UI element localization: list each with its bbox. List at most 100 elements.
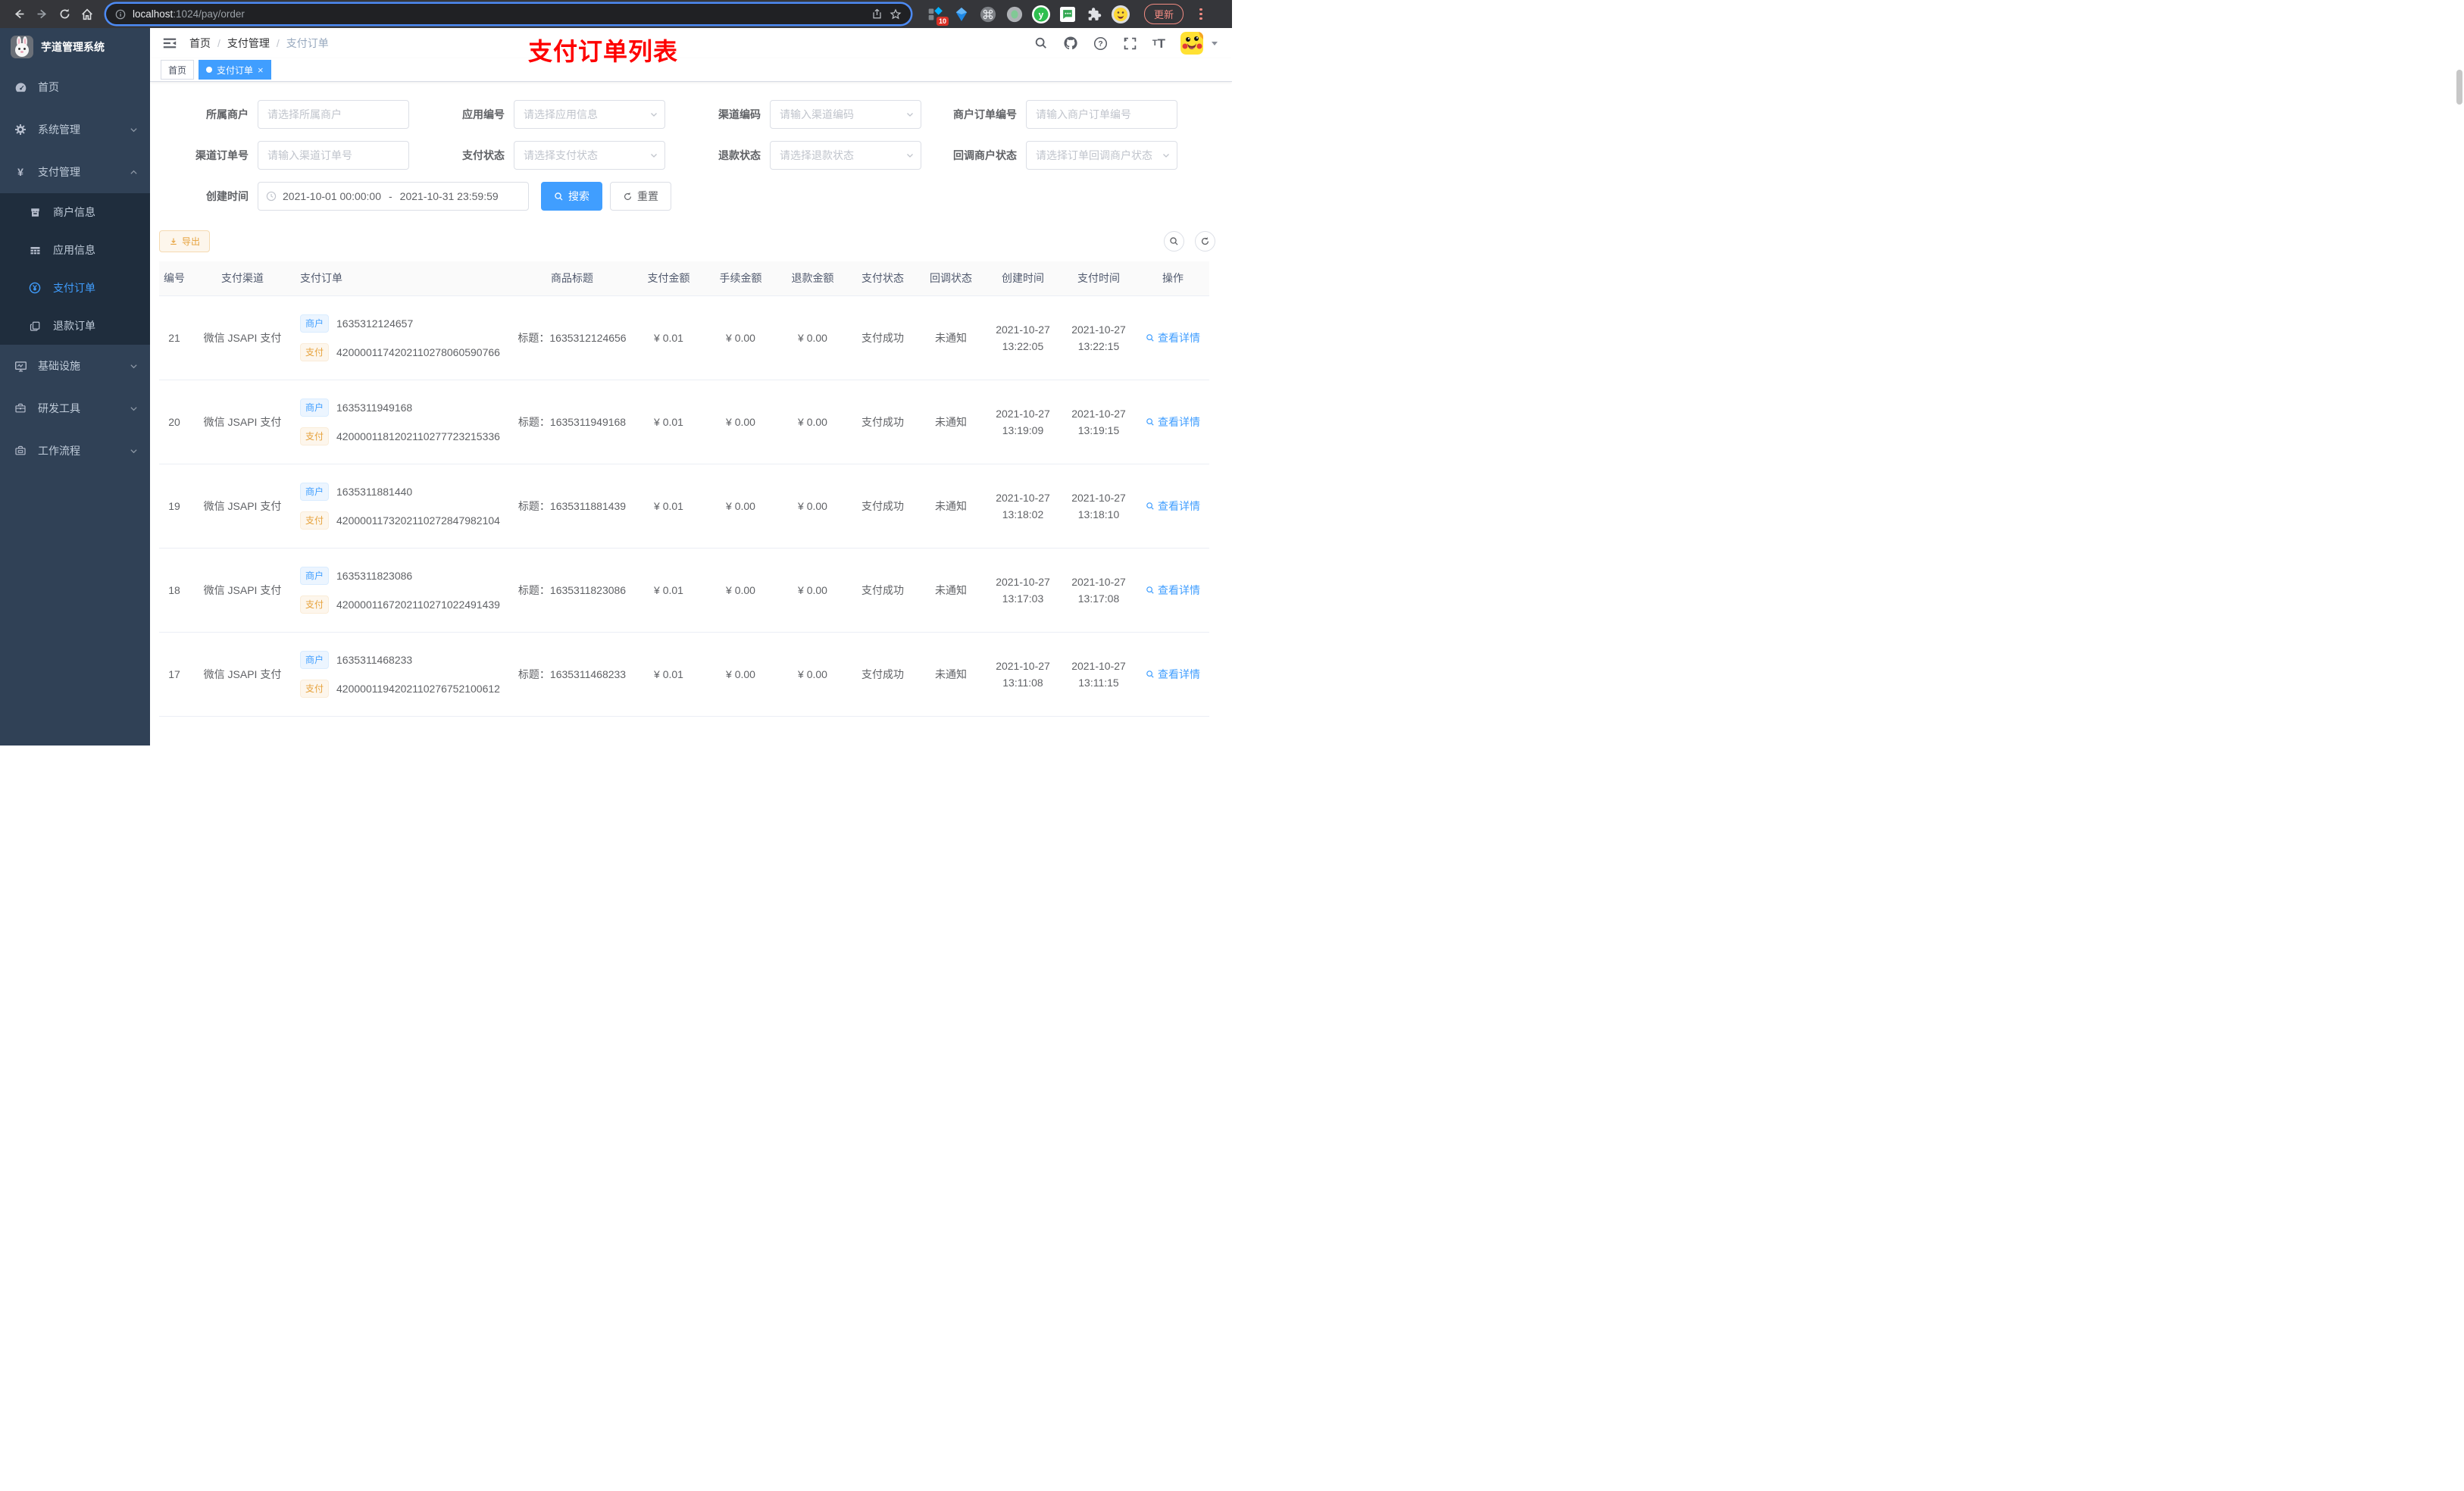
view-detail-link[interactable]: 查看详情 xyxy=(1146,583,1200,598)
command-extension-icon[interactable] xyxy=(979,5,997,23)
download-icon xyxy=(170,238,177,245)
blocks-extension-icon[interactable]: 10 xyxy=(926,5,949,26)
home-icon[interactable] xyxy=(76,3,98,26)
font-size-icon[interactable]: TT xyxy=(1152,37,1165,50)
view-detail-link[interactable]: 查看详情 xyxy=(1146,330,1200,345)
tab-home[interactable]: 首页 xyxy=(161,60,195,80)
cell-status: 支付成功 xyxy=(849,295,917,380)
sidebar-item-pay[interactable]: ¥ 支付管理 xyxy=(0,151,150,193)
extensions-puzzle-icon[interactable] xyxy=(1085,5,1103,23)
url-bar[interactable]: localhost:1024/pay/order xyxy=(106,4,911,24)
profile-smiley-icon[interactable] xyxy=(1112,5,1130,23)
sidebar-item-app-info[interactable]: 应用信息 xyxy=(0,231,150,269)
sidebar-item-workflow[interactable]: 工作流程 xyxy=(0,430,150,472)
cell-status: 支付成功 xyxy=(849,464,917,549)
hamburger-icon[interactable] xyxy=(162,36,177,51)
cell-fee: ¥ 0.00 xyxy=(705,548,777,633)
sidebar-item-label: 商户信息 xyxy=(53,206,95,218)
cell-amount: ¥ 0.01 xyxy=(633,380,705,464)
breadcrumb-home[interactable]: 首页 xyxy=(189,36,211,51)
export-button[interactable]: 导出 xyxy=(159,230,211,253)
reset-button[interactable]: 重置 xyxy=(610,182,671,211)
app-no-select[interactable] xyxy=(514,100,665,130)
sidebar-item-pay-order[interactable]: 支付订单 xyxy=(0,269,150,307)
sidebar-item-refund-order[interactable]: 退款订单 xyxy=(0,307,150,345)
toggle-search-button[interactable] xyxy=(1164,231,1184,252)
view-detail-link[interactable]: 查看详情 xyxy=(1146,414,1200,430)
sidebar-item-label: 工作流程 xyxy=(38,445,80,457)
cell-id: 20 xyxy=(159,380,189,464)
col-fee: 手续金额 xyxy=(705,261,777,296)
callback-status-select[interactable] xyxy=(1026,141,1177,170)
sidebar-item-merchant-info[interactable]: 商户信息 xyxy=(0,193,150,231)
tab-close-icon[interactable]: × xyxy=(258,65,264,75)
sidebar-logo[interactable]: 芋道管理系统 xyxy=(0,28,150,66)
fullscreen-icon[interactable] xyxy=(1123,36,1137,51)
refresh-table-button[interactable] xyxy=(1195,231,1215,252)
breadcrumb-separator: / xyxy=(276,37,280,50)
y-extension-icon[interactable]: y xyxy=(1032,5,1050,23)
search-button[interactable]: 搜索 xyxy=(541,182,602,211)
create-time-range-input[interactable]: 2021-10-01 00:00:00 - 2021-10-31 23:59:5… xyxy=(258,182,529,211)
extension-badge: 10 xyxy=(936,16,949,26)
rabbit-logo-icon xyxy=(11,36,33,58)
forward-icon[interactable] xyxy=(30,3,53,26)
user-avatar[interactable] xyxy=(1180,32,1203,55)
merchant-no: 1635311881440 xyxy=(336,485,413,498)
refund-status-select[interactable] xyxy=(770,141,921,170)
tab-pay-order[interactable]: 支付订单 × xyxy=(199,60,271,80)
owner-merchant-input[interactable] xyxy=(258,100,409,130)
cell-created: 2021-10-27 13:17:03 xyxy=(985,548,1061,633)
bookmark-star-icon[interactable] xyxy=(890,8,902,20)
cell-channel: 微信 JSAPI 支付 xyxy=(189,295,295,380)
yen-circle-icon xyxy=(29,282,41,294)
github-icon[interactable] xyxy=(1063,36,1078,51)
merchant-tag: 商户 xyxy=(300,398,330,417)
view-detail-link[interactable]: 查看详情 xyxy=(1146,499,1200,514)
sidebar-item-infra[interactable]: 基础设施 xyxy=(0,345,150,387)
active-tab-dot xyxy=(206,67,213,73)
cell-actions: 查看详情 xyxy=(1137,464,1209,549)
table-row: 20 微信 JSAPI 支付 商户 1635311949168 支付 4200001… xyxy=(159,380,1209,464)
chat-extension-icon[interactable] xyxy=(1058,5,1077,23)
breadcrumb-group[interactable]: 支付管理 xyxy=(227,36,270,51)
channel-order-no-input[interactable] xyxy=(258,141,409,170)
kite-extension-icon[interactable] xyxy=(952,5,971,23)
search-icon xyxy=(1146,586,1154,594)
header-search-icon[interactable] xyxy=(1034,36,1048,50)
cell-title: 标题：1635311949168 xyxy=(511,380,633,464)
app-title: 芋道管理系统 xyxy=(41,41,105,53)
cell-pay-order: 商户 1635311949168 支付 4200001181202110277723… xyxy=(295,380,511,464)
browser-menu-icon[interactable] xyxy=(1199,8,1202,20)
help-icon[interactable]: ? xyxy=(1093,36,1108,51)
cell-notify: 未通知 xyxy=(917,295,985,380)
reload-icon[interactable] xyxy=(53,3,76,26)
browser-update-button[interactable]: 更新 xyxy=(1144,4,1184,24)
tab-label: 支付订单 xyxy=(217,64,254,76)
cell-id: 21 xyxy=(159,295,189,380)
view-detail-link[interactable]: 查看详情 xyxy=(1146,667,1200,682)
cell-actions: 查看详情 xyxy=(1137,295,1209,380)
green-dot-extension-icon[interactable] xyxy=(1005,5,1024,23)
merchant-order-no-input[interactable] xyxy=(1026,100,1177,130)
cell-fee xyxy=(705,716,777,746)
breadcrumb-separator: / xyxy=(217,37,220,50)
pay-status-select[interactable] xyxy=(514,141,665,170)
cell-paid: 2021-10-27 13:22:15 xyxy=(1061,295,1137,380)
sidebar-item-system[interactable]: 系统管理 xyxy=(0,108,150,151)
pay-tag: 支付 xyxy=(300,595,330,614)
cell-paid: 2021-10-27 13:11:15 xyxy=(1061,632,1137,717)
cell-refund: ¥ 0.00 xyxy=(777,295,849,380)
channel-code-select[interactable] xyxy=(770,100,921,130)
avatar-caret-icon[interactable] xyxy=(1211,39,1218,47)
briefcase-icon xyxy=(14,445,27,457)
share-icon[interactable] xyxy=(871,8,883,20)
filter-refund-status: 退款状态 xyxy=(671,141,927,170)
merchant-tag: 商户 xyxy=(300,314,330,333)
sidebar-item-home[interactable]: 首页 xyxy=(0,66,150,108)
cell-refund: ¥ 0.00 xyxy=(777,632,849,717)
back-icon[interactable] xyxy=(8,3,30,26)
site-info-icon[interactable] xyxy=(115,9,126,20)
sidebar-item-dev-tools[interactable]: 研发工具 xyxy=(0,387,150,430)
page-scrollbar[interactable] xyxy=(2456,70,2462,105)
